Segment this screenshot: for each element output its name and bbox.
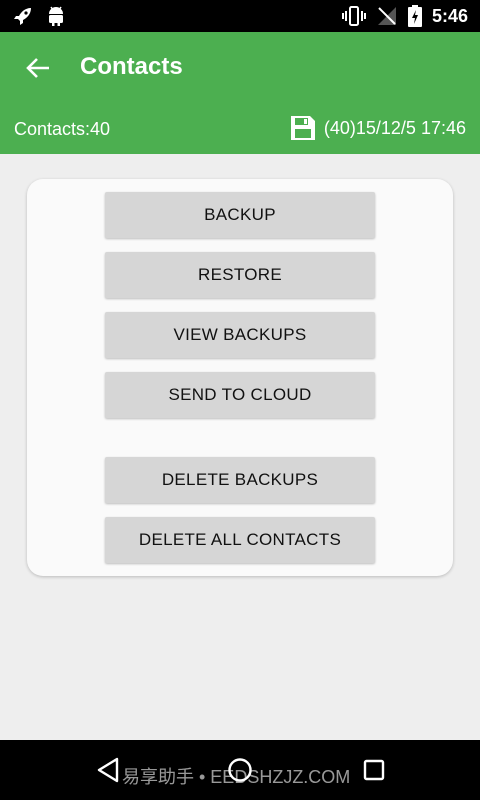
save-icon bbox=[290, 116, 315, 140]
restore-button[interactable]: RESTORE bbox=[105, 252, 375, 298]
android-icon bbox=[46, 5, 66, 27]
delete-all-contacts-button[interactable]: DELETE ALL CONTACTS bbox=[105, 517, 375, 563]
watermark-text: 易享助手 • EEDSHZJZ.COM bbox=[122, 767, 351, 787]
no-signal-icon bbox=[376, 5, 398, 27]
actions-card: BACKUP RESTORE VIEW BACKUPS SEND TO CLOU… bbox=[27, 179, 453, 576]
rocket-icon bbox=[12, 5, 34, 27]
arrow-back-icon bbox=[26, 58, 49, 78]
status-bar: 5:46 bbox=[0, 0, 480, 32]
status-time: 5:46 bbox=[431, 6, 468, 26]
back-triangle-icon bbox=[97, 757, 119, 783]
send-to-cloud-button[interactable]: SEND TO CLOUD bbox=[105, 372, 375, 418]
last-backup-info: (40)15/12/5 17:46 bbox=[290, 115, 466, 141]
recents-square-icon bbox=[363, 759, 385, 781]
contacts-count: Contacts:40 bbox=[14, 119, 111, 139]
back-button[interactable] bbox=[18, 50, 58, 86]
nav-back-button[interactable] bbox=[94, 756, 122, 784]
status-left-icons bbox=[12, 5, 66, 27]
backup-button[interactable]: BACKUP bbox=[105, 192, 375, 238]
view-backups-button[interactable]: VIEW BACKUPS bbox=[105, 312, 375, 358]
battery-charging-icon bbox=[407, 5, 422, 27]
status-right-icons: 5:46 bbox=[341, 5, 468, 27]
vibrate-icon bbox=[341, 5, 366, 27]
delete-backups-button[interactable]: DELETE BACKUPS bbox=[105, 457, 375, 503]
app-bar: Contacts Contacts:40 (40)15/12/5 17:46 bbox=[0, 32, 480, 154]
nav-recents-button[interactable] bbox=[360, 756, 388, 784]
page-title: Contacts bbox=[80, 53, 183, 80]
last-backup-text: (40)15/12/5 17:46 bbox=[323, 118, 466, 138]
